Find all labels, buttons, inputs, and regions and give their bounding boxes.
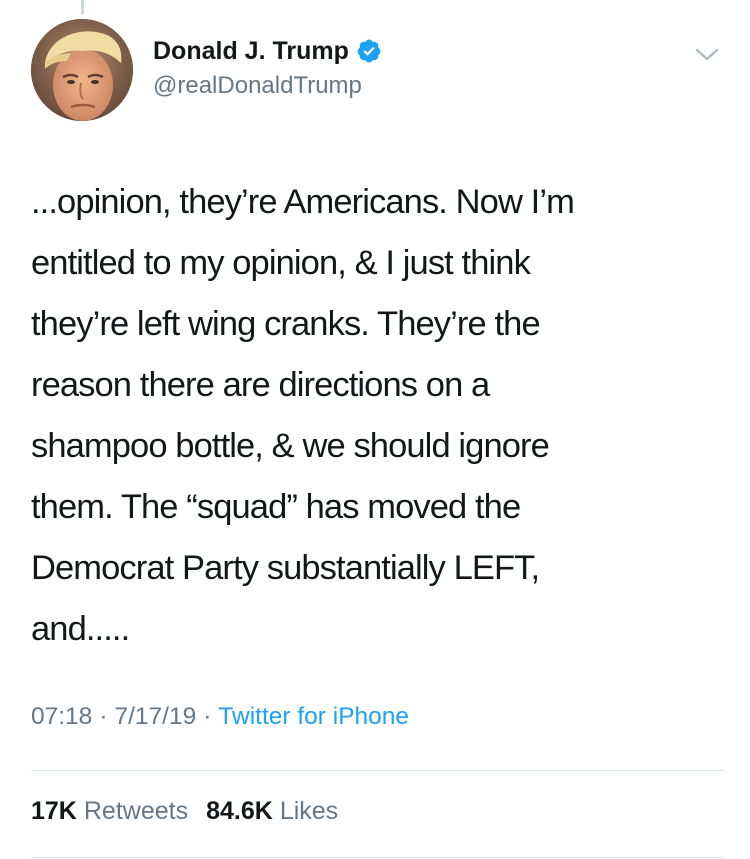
tweet-text: ...opinion, they’re Americans. Now I’m e…: [31, 183, 575, 648]
tweet-meta: 07:18 · 7/17/19 · Twitter for iPhone: [31, 703, 409, 731]
author-name-row[interactable]: Donald J. Trump: [153, 33, 382, 69]
likes-label: Likes: [279, 797, 339, 825]
tweet-date[interactable]: 7/17/19: [114, 703, 196, 731]
meta-separator: ·: [203, 703, 212, 730]
stats-divider-top: [31, 770, 724, 771]
verified-badge-icon: [356, 38, 382, 64]
meta-separator: ·: [99, 703, 108, 730]
avatar-image: [31, 19, 133, 121]
retweets-count: 17K: [31, 797, 77, 825]
tweet-time[interactable]: 07:18: [31, 703, 92, 731]
likes-count: 84.6K: [206, 797, 273, 825]
thread-connector-line: [81, 0, 84, 14]
retweets-label: Retweets: [83, 797, 189, 825]
likes-stat[interactable]: 84.6K Likes: [206, 797, 338, 826]
author-handle[interactable]: @realDonaldTrump: [153, 72, 362, 100]
tweet-source-link[interactable]: Twitter for iPhone: [218, 703, 409, 731]
tweet-stats: 17K Retweets 84.6K Likes: [31, 797, 338, 826]
stats-divider-bottom: [31, 857, 724, 858]
author-display-name[interactable]: Donald J. Trump: [153, 37, 349, 66]
avatar[interactable]: [31, 19, 133, 121]
chevron-down-icon[interactable]: [692, 40, 722, 70]
retweets-stat[interactable]: 17K Retweets: [31, 797, 188, 826]
